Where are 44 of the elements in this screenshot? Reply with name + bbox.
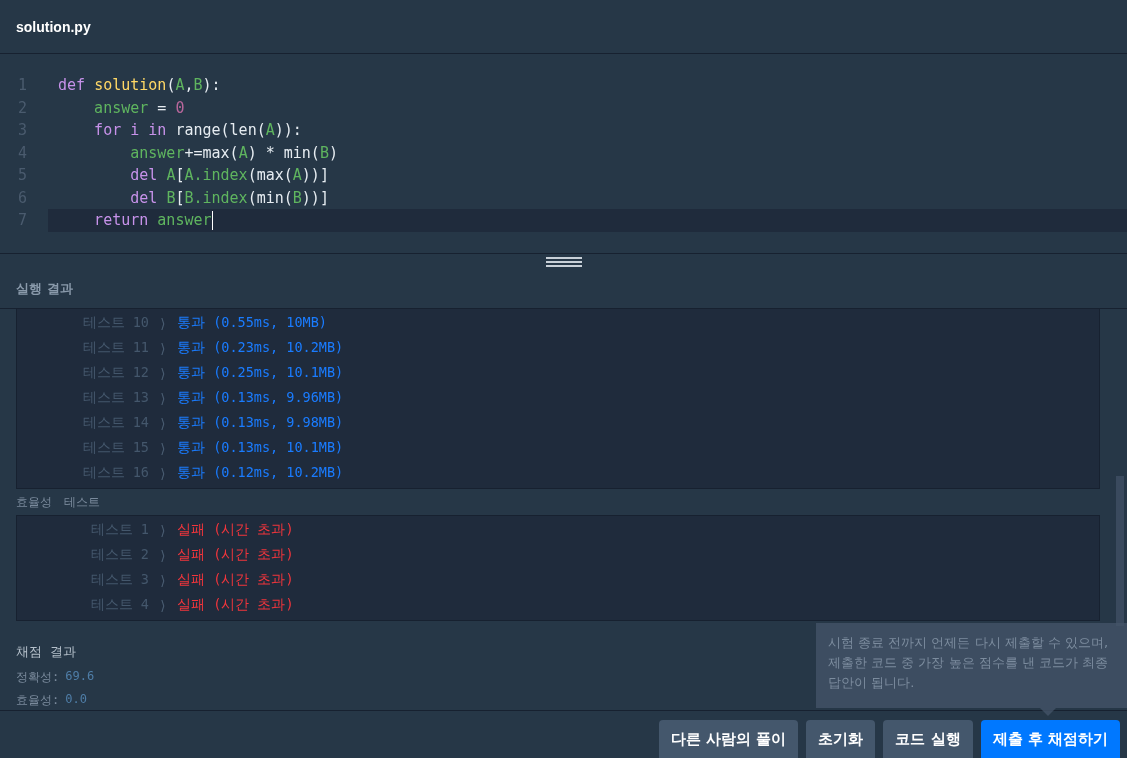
code-line: for i in range(len(A)): [93,121,302,140]
test-result: 통과 (0.13ms, 10.1MB) [177,438,344,457]
chevron-text: ⟩ [159,389,167,406]
file-tab-title[interactable]: solution.py [16,18,91,35]
chevron-text: ⟩ [159,571,167,588]
text-cursor [211,210,213,230]
action-button[interactable]: 다른 사람의 풀이 [658,720,799,758]
code-line: def solution(A,B): [57,76,221,95]
test-result: 통과 (0.55ms, 10MB) [177,313,327,332]
test-result: 실패 (시간 초과) [177,545,294,564]
chevron-text: ⟩ [159,364,167,381]
score-label: 정확성: [16,669,60,686]
test-result: 통과 (0.25ms, 10.1MB) [177,363,344,382]
test-result: 실패 (시간 초과) [177,595,294,614]
chevron-text: ⟩ [159,464,167,481]
score-label: 효율성: [16,692,60,709]
scrollbar[interactable] [1116,476,1124,626]
test-result: 통과 (0.13ms, 9.98MB) [177,413,344,432]
code-line: answer+=max(A) * min(B) [129,143,338,162]
test-result: 실패 (시간 초과) [177,570,294,589]
chevron-text: ⟩ [159,339,167,356]
chevron-text: ⟩ [159,521,167,538]
chevron-text: ⟩ [159,439,167,456]
test-result: 통과 (0.12ms, 10.2MB) [177,463,344,482]
test-result: 통과 (0.23ms, 10.2MB) [177,338,344,357]
test-result: 실패 (시간 초과) [177,520,294,539]
chevron-text: ⟩ [159,314,167,331]
score-value: 0.0 [65,692,87,708]
action-button[interactable]: 제출 후 채점하기 [980,720,1120,758]
results-title: 실행 결과 [16,280,73,298]
code-line: return answer [93,211,212,230]
action-button[interactable]: 코드 실행 [883,720,973,758]
resize-handle-icon[interactable] [545,257,582,267]
test-result: 통과 (0.13ms, 9.96MB) [177,388,344,407]
code-line: del B[B.index(min(B))] [129,188,329,207]
chevron-text: ⟩ [159,414,167,431]
chevron-text: ⟩ [159,596,167,613]
score-value: 69.6 [65,669,95,685]
chevron-text: ⟩ [159,546,167,563]
action-button[interactable]: 초기화 [806,720,876,758]
code-line: del A[A.index(max(A))] [129,166,329,185]
section-heading: 테스트 [64,493,100,511]
section-heading: 효율성 [16,493,52,511]
code-line: answer = 0 [93,98,185,117]
